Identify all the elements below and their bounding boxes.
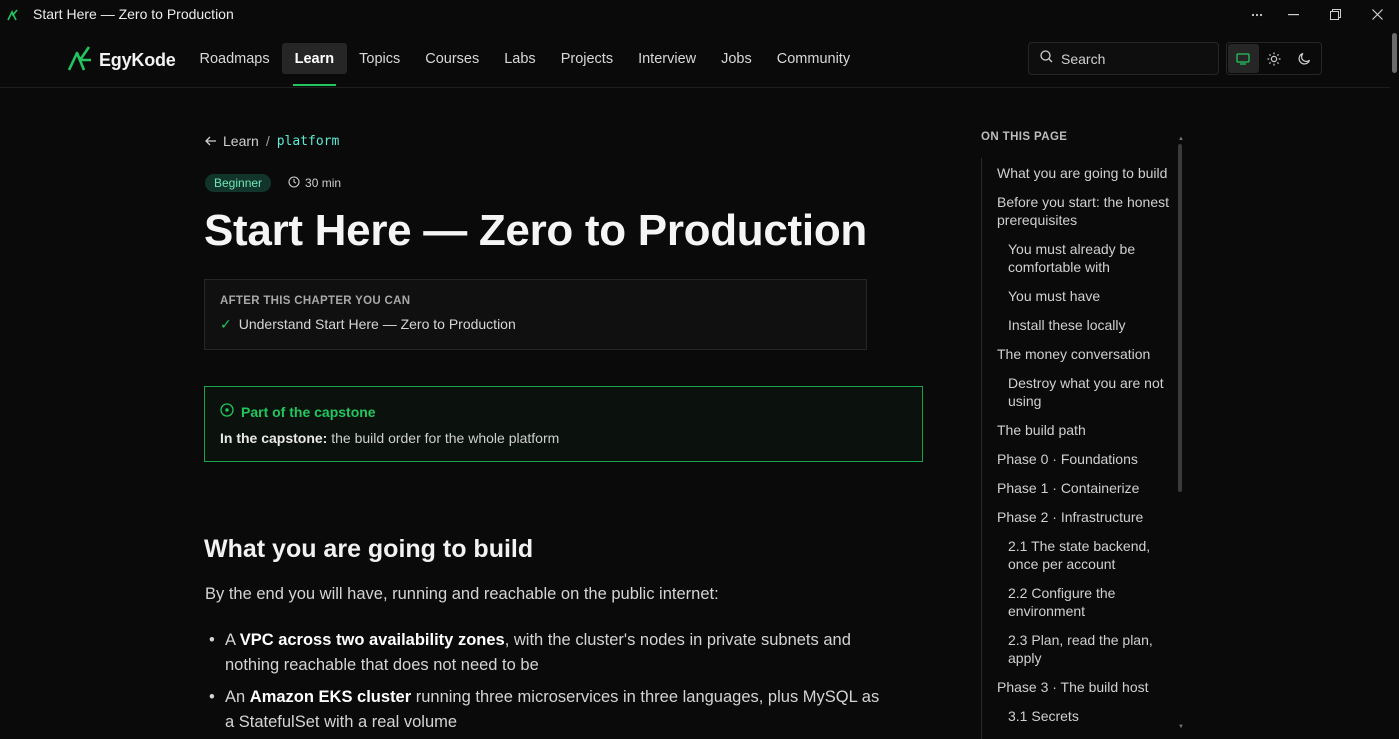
theme-switcher <box>1226 42 1322 75</box>
clock-icon <box>288 175 300 191</box>
search-input[interactable]: Search <box>1028 42 1219 75</box>
list-item-bold: Amazon EKS cluster <box>249 688 412 706</box>
nav-roadmaps[interactable]: Roadmaps <box>187 43 282 74</box>
sun-icon[interactable] <box>1259 44 1290 73</box>
list-item-prefix: A <box>225 631 240 649</box>
breadcrumb: Learn / platform <box>205 133 339 149</box>
toc-subitem[interactable]: You must have <box>982 281 1178 310</box>
brand-name: EgyKode <box>99 50 176 70</box>
breadcrumb-back-link[interactable]: Learn <box>205 133 259 149</box>
toc-title: ON THIS PAGE <box>981 131 1068 143</box>
section-heading: What you are going to build <box>204 535 534 563</box>
section-intro: By the end you will have, running and re… <box>205 585 719 603</box>
page-title: Start Here — Zero to Production <box>204 206 867 255</box>
nav-courses[interactable]: Courses <box>413 43 492 74</box>
toc-item[interactable]: The build path <box>982 415 1178 444</box>
toc-item[interactable]: What you are going to build <box>982 158 1178 187</box>
main-nav: Roadmaps Learn Topics Courses Labs Proje… <box>187 43 863 86</box>
toc-subitem[interactable]: 3.1 Secrets <box>982 701 1178 730</box>
scroll-down-icon[interactable]: ▼ <box>1178 724 1184 730</box>
top-navigation: EgyKode Roadmaps Learn Topics Courses La… <box>0 29 1390 88</box>
toc-subitem[interactable]: 2.1 The state backend, once per account <box>982 531 1178 578</box>
nav-labs[interactable]: Labs <box>492 43 548 74</box>
brand-logo[interactable]: EgyKode <box>67 45 176 76</box>
toc-subitem[interactable]: 2.2 Configure the environment <box>982 578 1178 625</box>
toc-item[interactable]: The money conversation <box>982 339 1178 368</box>
search-placeholder: Search <box>1061 50 1106 67</box>
list-item: A VPC across two availability zones, wit… <box>205 628 885 678</box>
toc-subitem[interactable]: Install these locally <box>982 310 1178 339</box>
page-scrollbar[interactable] <box>1390 29 1399 739</box>
capstone-callout: Part of the capstone In the capstone: th… <box>204 386 923 462</box>
toc-scrollbar[interactable]: ▲ ▼ <box>1176 136 1184 730</box>
egykode-logo-icon <box>67 45 93 76</box>
toc-item[interactable]: Phase 2 · Infrastructure <box>982 502 1178 531</box>
breadcrumb-current: platform <box>276 133 340 149</box>
capstone-lead: In the capstone: <box>220 430 328 446</box>
toc-item[interactable]: Phase 0 · Foundations <box>982 444 1178 473</box>
outcome-item: ✓ Understand Start Here — Zero to Produc… <box>220 316 851 333</box>
level-badge: Beginner <box>205 174 272 192</box>
nav-learn[interactable]: Learn <box>282 43 347 86</box>
moon-icon[interactable] <box>1289 44 1320 73</box>
toc-subitem[interactable]: 2.3 Plan, read the plan, apply <box>982 625 1178 672</box>
page-scrollbar-thumb[interactable] <box>1392 33 1397 73</box>
capstone-heading: Part of the capstone <box>220 403 907 420</box>
nav-interview[interactable]: Interview <box>626 43 709 74</box>
list-item-bold: VPC across two availability zones <box>239 631 505 649</box>
search-icon <box>1040 49 1053 68</box>
breadcrumb-back-label: Learn <box>223 133 259 149</box>
nav-projects[interactable]: Projects <box>548 43 625 74</box>
table-of-contents: What you are going to build Before you s… <box>981 158 1178 739</box>
scroll-up-icon[interactable]: ▲ <box>1178 136 1184 142</box>
toc-item[interactable]: Phase 3 · The build host <box>982 672 1178 701</box>
arrow-left-icon <box>205 133 217 149</box>
duration-text: 30 min <box>305 176 342 190</box>
toc-subitem[interactable]: You must already be comfortable with <box>982 234 1178 281</box>
window-title: Start Here — Zero to Production <box>33 6 234 22</box>
monitor-icon[interactable] <box>1228 44 1259 73</box>
capstone-text: the build order for the whole platform <box>327 430 560 446</box>
outcomes-label: AFTER THIS CHAPTER YOU CAN <box>220 295 411 307</box>
list-item: An Amazon EKS cluster running three micr… <box>205 685 885 735</box>
minimize-icon[interactable] <box>1272 0 1314 29</box>
nav-jobs[interactable]: Jobs <box>709 43 765 74</box>
duration: 30 min <box>288 175 342 191</box>
nav-community[interactable]: Community <box>764 43 862 74</box>
toc-subitem[interactable]: Destroy what you are not using <box>982 368 1178 415</box>
toc-item[interactable]: Phase 1 · Containerize <box>982 473 1178 502</box>
target-icon <box>220 403 234 420</box>
capstone-heading-text: Part of the capstone <box>241 403 376 420</box>
learning-outcomes: AFTER THIS CHAPTER YOU CAN ✓ Understand … <box>204 279 867 350</box>
nav-topics[interactable]: Topics <box>347 43 413 74</box>
build-list: A VPC across two availability zones, wit… <box>205 628 885 739</box>
breadcrumb-separator: / <box>265 133 270 149</box>
app-logo-icon <box>7 8 19 21</box>
capstone-body: In the capstone: the build order for the… <box>220 430 907 446</box>
toc-scrollbar-thumb[interactable] <box>1178 144 1182 492</box>
toc-item[interactable]: Before you start: the honest prerequisit… <box>982 187 1178 234</box>
window-titlebar: Start Here — Zero to Production <box>0 0 1399 29</box>
chapter-meta: Beginner 30 min <box>205 174 341 192</box>
check-icon: ✓ <box>220 316 232 332</box>
close-icon[interactable] <box>1356 0 1398 29</box>
restore-icon[interactable] <box>1314 0 1356 29</box>
list-item-prefix: An <box>225 688 250 706</box>
outcome-text: Understand Start Here — Zero to Producti… <box>238 316 516 332</box>
